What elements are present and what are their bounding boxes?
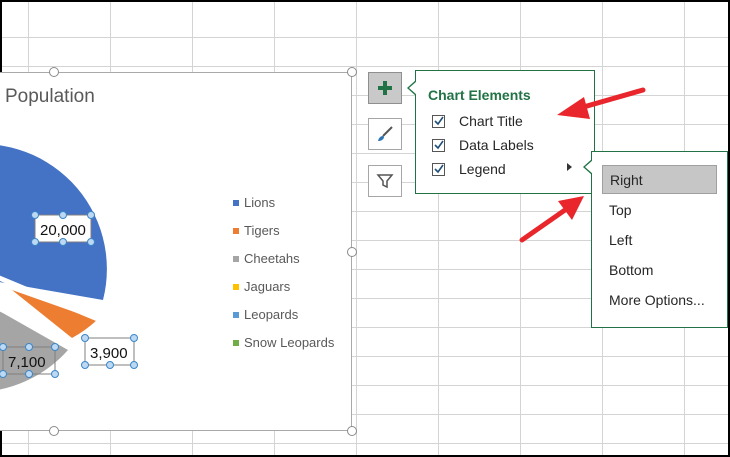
menu-item-bottom[interactable]: Bottom — [602, 255, 717, 284]
data-labels-option[interactable]: Data Labels — [432, 135, 534, 155]
chart-elements-button[interactable] — [368, 72, 402, 104]
menu-item-top[interactable]: Top — [602, 195, 717, 224]
chart-title-option[interactable]: Chart Title — [432, 111, 523, 131]
legend-option[interactable]: Legend — [432, 159, 506, 179]
legend-label: Lions — [244, 195, 276, 210]
checkmark-icon — [433, 164, 444, 174]
legend-swatch — [233, 311, 239, 318]
checkmark-icon — [433, 140, 444, 150]
paintbrush-icon — [378, 126, 393, 141]
legend-swatch — [233, 199, 239, 206]
resize-handle-bottom[interactable] — [49, 426, 59, 436]
menu-item-left[interactable]: Left — [602, 225, 717, 254]
option-label: Data Labels — [459, 137, 534, 153]
menu-item-more-options[interactable]: More Options... — [602, 285, 717, 314]
option-label: Legend — [459, 161, 506, 177]
legend-label: Snow Leopards — [244, 335, 335, 350]
resize-handle-top[interactable] — [49, 67, 59, 77]
legend-label: Tigers — [244, 223, 280, 238]
chart-title[interactable]: Population — [5, 86, 95, 108]
panel-title: Chart Elements — [428, 87, 531, 103]
funnel-icon — [376, 174, 394, 189]
legend-item[interactable]: Snow Leopards — [233, 335, 334, 350]
data-label-3: 3,900 — [90, 345, 128, 362]
chart-filters-button[interactable] — [368, 165, 402, 197]
checkmark-icon — [433, 116, 444, 126]
chart-title-checkbox[interactable] — [432, 114, 445, 128]
chart-styles-button[interactable] — [368, 118, 402, 150]
legend-swatch — [233, 339, 239, 346]
resize-handle-bottom-right[interactable] — [347, 426, 357, 436]
legend-label: Cheetahs — [244, 251, 300, 266]
data-label-2: 7,100 — [8, 354, 46, 371]
legend-item[interactable]: Lions — [233, 195, 275, 210]
resize-handle-top-right[interactable] — [347, 67, 357, 77]
legend-item[interactable]: Cheetahs — [233, 251, 300, 266]
option-label: Chart Title — [459, 113, 523, 129]
submenu-arrow-icon[interactable] — [567, 163, 572, 171]
legend-item[interactable]: Tigers — [233, 223, 280, 238]
legend-swatch — [233, 227, 239, 234]
legend-item[interactable]: Leopards — [233, 307, 298, 322]
legend-swatch — [233, 283, 239, 290]
legend-label: Leopards — [244, 307, 299, 322]
resize-handle-right[interactable] — [347, 247, 357, 257]
legend-label: Jaguars — [244, 279, 291, 294]
chart-elements-panel: Chart Elements Chart Title Data Labels L… — [407, 70, 595, 194]
legend-checkbox[interactable] — [432, 162, 445, 176]
legend-position-menu: Right Top Left Bottom More Options... — [583, 151, 728, 328]
legend-swatch — [233, 255, 239, 262]
menu-item-right[interactable]: Right — [602, 165, 717, 194]
plus-icon — [378, 81, 392, 95]
legend-item[interactable]: Jaguars — [233, 279, 290, 294]
data-labels-checkbox[interactable] — [432, 138, 445, 152]
data-label-1: 20,000 — [40, 222, 86, 239]
